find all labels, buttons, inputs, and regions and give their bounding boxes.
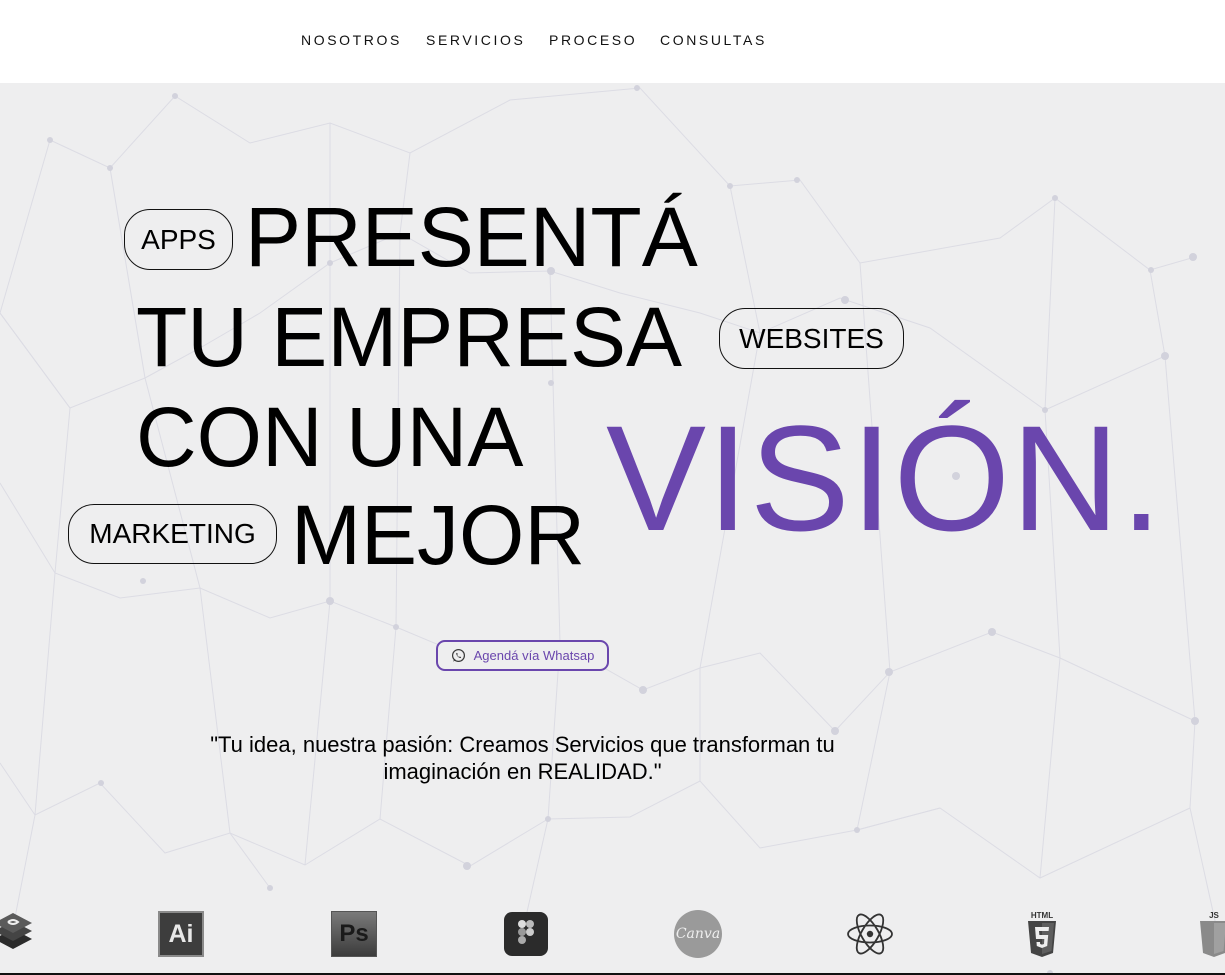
bootstrap-icon (0, 913, 32, 949)
canva-icon-text: Canva (675, 926, 721, 942)
canva-icon: Canva (674, 910, 722, 958)
javascript-icon-text: JS (1209, 911, 1219, 920)
tag-websites: WEBSITES (719, 308, 904, 369)
photoshop-icon: Ps (331, 911, 377, 957)
whatsapp-cta-label: Agendá vía Whatsap (473, 648, 595, 663)
react-icon (847, 913, 893, 955)
nav-link-nosotros[interactable]: NOSOTROS (301, 32, 402, 48)
nav-link-proceso[interactable]: PROCESO (549, 32, 637, 48)
hero-line-4: MEJOR (291, 488, 585, 582)
nav-link-consultas[interactable]: CONSULTAS (660, 32, 767, 48)
html5-icon: HTML (1028, 911, 1056, 957)
hero-quote: "Tu idea, nuestra pasión: Creamos Servic… (210, 732, 835, 784)
figma-icon (504, 912, 548, 956)
illustrator-icon-text: Ai (168, 919, 194, 948)
nav-link-servicios[interactable]: SERVICIOS (426, 32, 525, 48)
tech-logos-strip: Ai Ps Canva HTML JS (0, 891, 1225, 975)
hero-line-3: CON UNA (136, 390, 524, 484)
hero-line-1: PRESENTÁ (245, 190, 698, 284)
html5-icon-text: HTML (1031, 911, 1053, 920)
hero-line-2: TU EMPRESA (136, 290, 683, 384)
tag-apps: APPS (124, 209, 233, 270)
hero-highlight-vision: VISIÓN. (606, 394, 1164, 562)
hero-section: APPS PRESENTÁ TU EMPRESA WEBSITES CON UN… (0, 83, 1225, 975)
tag-marketing: MARKETING (68, 504, 277, 564)
photoshop-icon-text: Ps (339, 920, 369, 947)
illustrator-icon: Ai (158, 911, 204, 957)
top-navbar: NOSOTROS SERVICIOS PROCESO CONSULTAS (0, 0, 1225, 83)
whatsapp-icon (451, 648, 465, 663)
whatsapp-cta-button[interactable]: Agendá vía Whatsap (436, 640, 609, 671)
javascript-icon: JS (1200, 911, 1225, 957)
